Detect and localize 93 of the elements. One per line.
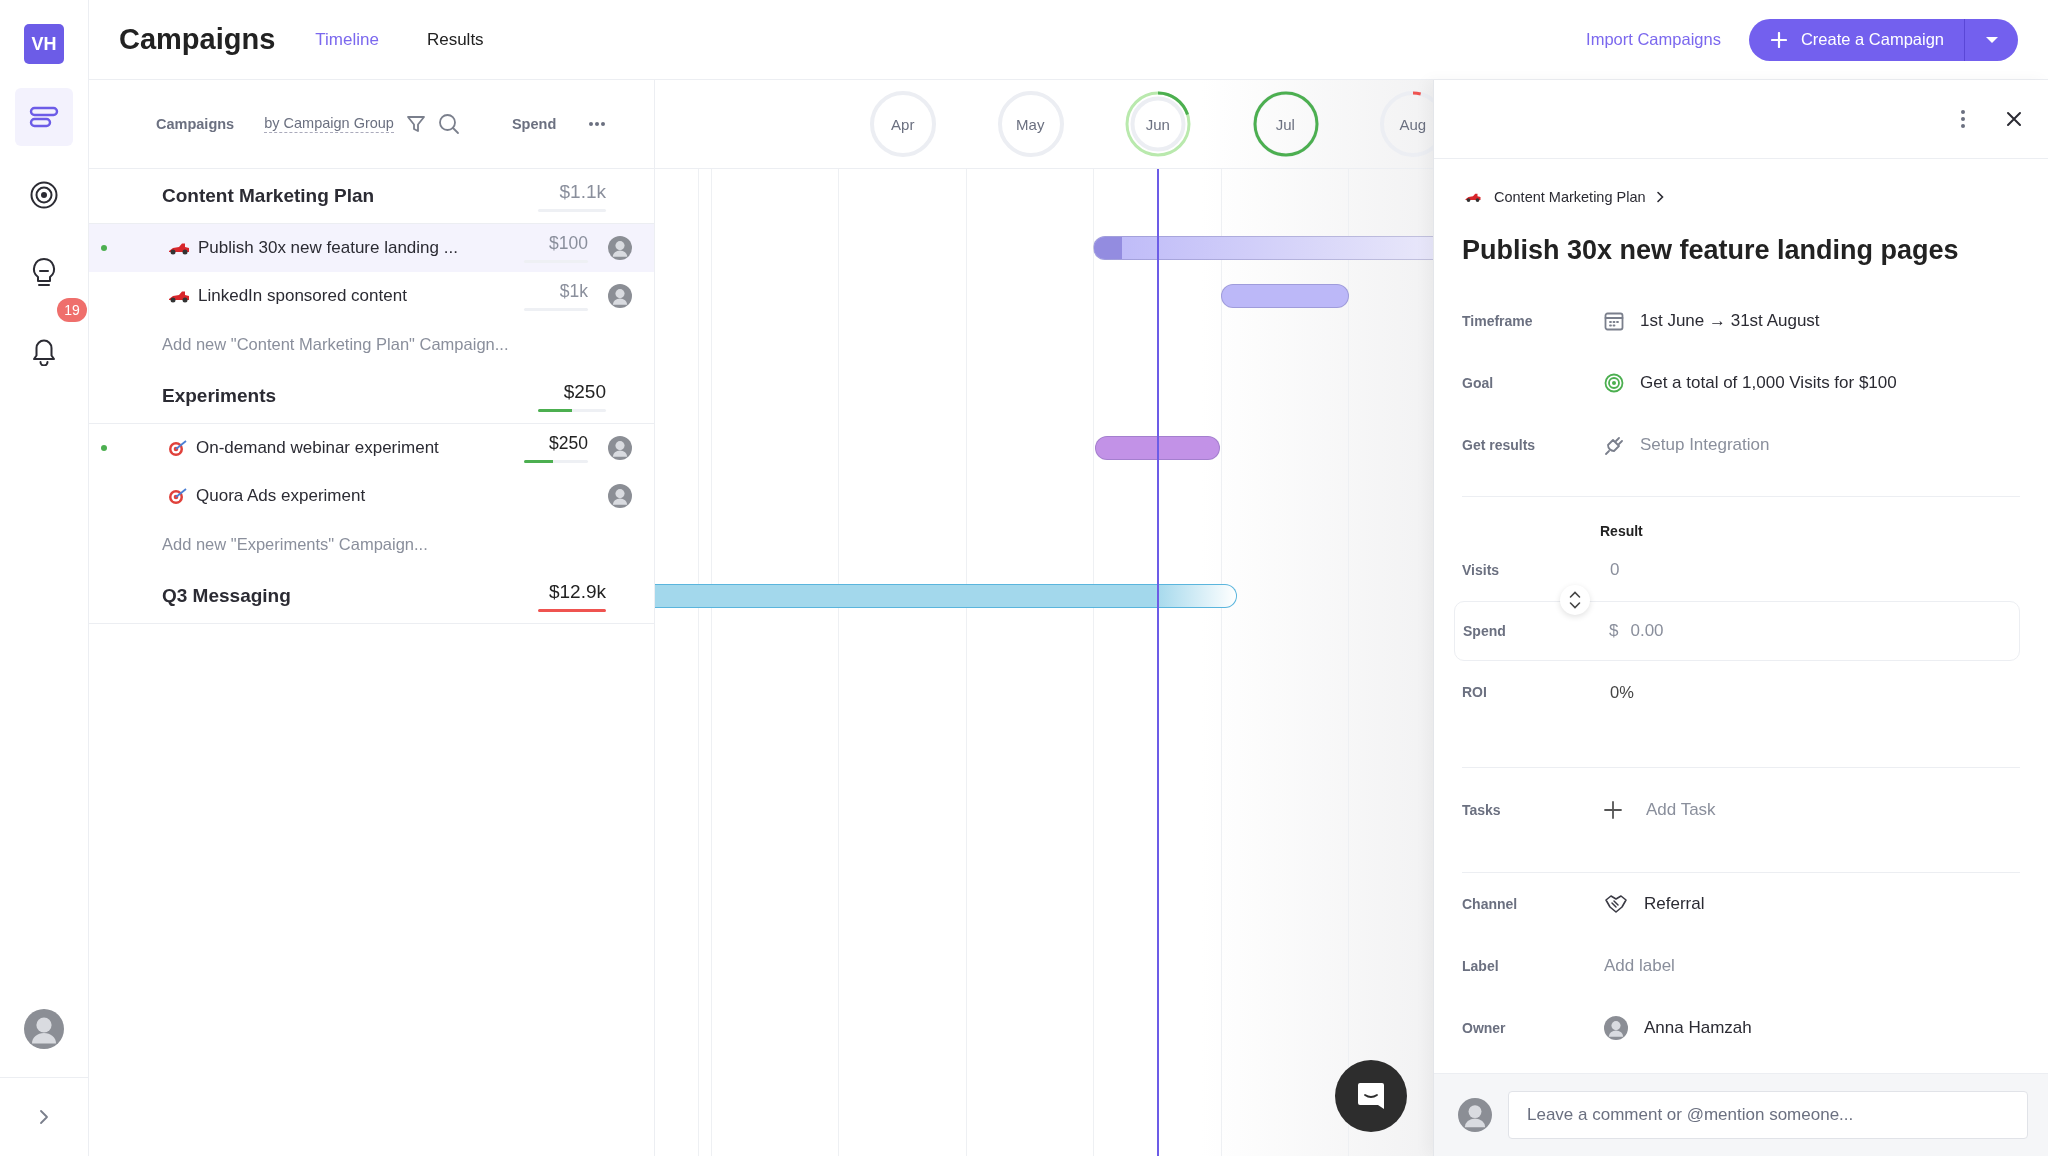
spend-input[interactable]: 0.00 bbox=[1628, 620, 1933, 642]
spend-amount: $1k bbox=[559, 281, 588, 302]
spend-amount: $250 bbox=[563, 380, 606, 403]
field-value: 0 bbox=[1610, 560, 1620, 580]
race-car-icon bbox=[168, 289, 190, 303]
field-label: Get results bbox=[1462, 437, 1537, 453]
race-car-icon bbox=[168, 241, 190, 255]
more-icon[interactable] bbox=[588, 121, 607, 127]
create-campaign-button[interactable]: Create a Campaign bbox=[1748, 18, 1964, 61]
month-label: Jul bbox=[1275, 115, 1295, 133]
dart-target-icon bbox=[168, 439, 188, 457]
chevron-right-icon bbox=[38, 1109, 50, 1125]
workspace-logo[interactable]: VH bbox=[24, 24, 64, 64]
race-car-icon bbox=[1464, 191, 1482, 203]
field-label: Goal bbox=[1462, 375, 1495, 391]
lightbulb-icon bbox=[31, 257, 57, 289]
plus-icon bbox=[1770, 31, 1787, 48]
add-campaign-link[interactable]: Add new "Experiments" Campaign... bbox=[89, 520, 654, 569]
timeline-icon bbox=[29, 105, 59, 129]
column-label: Campaigns bbox=[156, 116, 235, 132]
calendar-icon bbox=[1604, 311, 1624, 331]
field-label: Label bbox=[1462, 958, 1500, 974]
field-label: Channel bbox=[1462, 896, 1519, 912]
campaign-name: Publish 30x new feature landing ... bbox=[198, 238, 459, 258]
search-icon[interactable] bbox=[437, 113, 460, 135]
spend-amount: $100 bbox=[549, 233, 588, 254]
avatar bbox=[1604, 1016, 1628, 1040]
field-label: ROI bbox=[1462, 684, 1488, 700]
month-label: May bbox=[1016, 115, 1045, 133]
reorder-handle[interactable] bbox=[1560, 585, 1590, 615]
field-label: Spend bbox=[1463, 623, 1507, 639]
month-label: Aug bbox=[1399, 115, 1427, 133]
group-name: Q3 Messaging bbox=[162, 585, 292, 607]
owner-name: Anna Hamzah bbox=[1644, 1018, 1752, 1038]
dropdown-toggle[interactable] bbox=[1964, 18, 2018, 61]
campaign-row[interactable]: LinkedIn sponsored content $1k bbox=[89, 272, 654, 320]
spend-amount: $12.9k bbox=[548, 580, 606, 603]
breadcrumb-link[interactable]: Content Marketing Plan bbox=[1462, 189, 2020, 205]
target-icon bbox=[29, 180, 59, 210]
month-label: Jun bbox=[1145, 115, 1170, 133]
handshake-icon bbox=[1604, 894, 1628, 914]
spend-amount: $250 bbox=[549, 433, 588, 454]
currency-symbol: $ bbox=[1609, 621, 1619, 641]
campaign-name: On-demand webinar experiment bbox=[196, 438, 440, 458]
import-link[interactable]: Import Campaigns bbox=[1586, 30, 1721, 49]
column-label: Spend bbox=[511, 116, 557, 132]
comment-field[interactable]: Leave a comment or @mention someone... bbox=[1508, 1091, 2028, 1139]
avatar bbox=[608, 284, 632, 308]
field-label: Visits bbox=[1462, 562, 1501, 578]
filter-icon[interactable] bbox=[405, 114, 426, 134]
group-name: Content Marketing Plan bbox=[162, 185, 376, 207]
field-label: Tasks bbox=[1462, 802, 1502, 818]
dart-target-icon bbox=[168, 487, 188, 505]
campaign-row[interactable]: Publish 30x new feature landing ... $100 bbox=[89, 224, 654, 272]
target-icon bbox=[1604, 373, 1624, 393]
chevron-right-icon bbox=[1655, 191, 1664, 203]
close-icon[interactable] bbox=[2006, 111, 2022, 127]
add-campaign-link[interactable]: Add new "Content Marketing Plan" Campaign... bbox=[89, 320, 654, 369]
campaign-row[interactable]: On-demand webinar experiment $250 bbox=[89, 424, 654, 472]
campaign-row[interactable]: Quora Ads experiment bbox=[89, 472, 654, 520]
month-label: Apr bbox=[891, 115, 915, 133]
spend-input-row[interactable]: Spend $ 0.00 bbox=[1454, 601, 2020, 661]
tab[interactable]: Results bbox=[426, 29, 484, 50]
setup-integration-link[interactable]: Setup Integration bbox=[1640, 435, 1770, 455]
tab[interactable]: Timeline bbox=[315, 29, 379, 50]
campaign-title: Publish 30x new feature landing pages bbox=[1462, 235, 1960, 266]
field-label: Owner bbox=[1462, 1020, 1507, 1036]
spend-amount: $1.1k bbox=[559, 180, 606, 203]
campaign-name: Quora Ads experiment bbox=[196, 486, 367, 506]
field-value: Get a total of 1,000 Visits for $100 bbox=[1640, 373, 1897, 393]
add-task-button[interactable]: Add Task bbox=[1604, 800, 1716, 820]
field-value: Referral bbox=[1644, 894, 1705, 914]
avatar bbox=[608, 436, 632, 460]
up-down-chevron-icon bbox=[1569, 591, 1581, 609]
field-value: 0% bbox=[1610, 682, 1634, 702]
add-label-button[interactable]: Add label bbox=[1604, 956, 1675, 976]
avatar bbox=[1458, 1098, 1492, 1132]
field-value: 1st June → 31st August bbox=[1640, 311, 1820, 331]
campaign-name: LinkedIn sponsored content bbox=[198, 286, 408, 306]
avatar bbox=[608, 236, 632, 260]
grouping-dropdown[interactable]: by Campaign Group bbox=[264, 115, 394, 133]
kebab-menu-icon[interactable] bbox=[1960, 109, 1966, 129]
field-label: Timeframe bbox=[1462, 313, 1534, 329]
page-title: Campaigns bbox=[119, 23, 276, 56]
avatar bbox=[608, 484, 632, 508]
section-heading: Result bbox=[1600, 523, 1644, 539]
plus-icon bbox=[1604, 801, 1622, 819]
plug-icon bbox=[1604, 435, 1624, 455]
chat-icon bbox=[1356, 1081, 1386, 1111]
avatar bbox=[24, 1009, 64, 1049]
notification-badge: 19 bbox=[57, 298, 87, 322]
group-name: Experiments bbox=[162, 385, 278, 407]
caret-down-icon bbox=[1984, 35, 1999, 44]
